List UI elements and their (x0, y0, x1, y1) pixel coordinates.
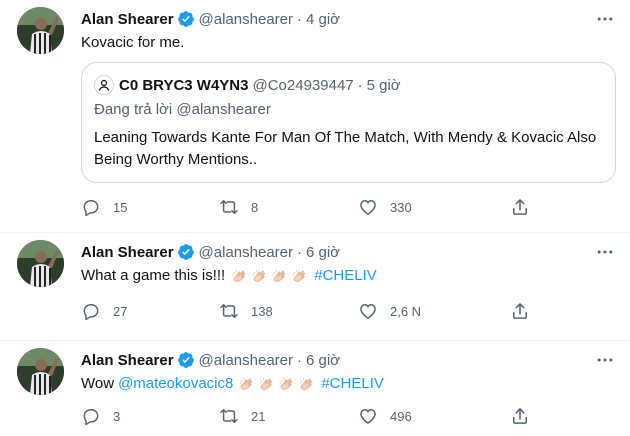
like-button[interactable]: 2,6 N (358, 294, 421, 328)
heart-outline-icon (358, 406, 378, 426)
retweet-arrows-icon (219, 301, 239, 321)
verified-badge-icon (177, 351, 195, 369)
more-dots-icon (595, 350, 615, 370)
tweet-text: Kovacic for me. (81, 33, 184, 53)
like-count: 330 (390, 199, 412, 215)
reply-button[interactable]: 27 (81, 294, 127, 328)
retweet-arrows-icon (219, 197, 239, 217)
more-dots-icon (595, 242, 615, 262)
tweet-text: What a game this is!!! #CHELIV (81, 266, 377, 286)
tweet-feed: Alan Shearer @alanshearer · 4 giờ Kovaci… (0, 0, 630, 436)
replying-to: Đang trả lời @alanshearer (94, 101, 271, 118)
tweet[interactable]: Alan Shearer @alanshearer · 6 giờ Wow @m… (0, 341, 630, 436)
retweet-button[interactable]: 21 (219, 399, 265, 433)
quoted-tweet-header: C0 BRYC3 W4YN3 @Co24939447 · 5 giờ (94, 75, 401, 95)
avatar[interactable] (17, 240, 64, 287)
speech-bubble-icon (81, 301, 101, 321)
hashtag-link[interactable]: #CHELIV (321, 374, 384, 394)
quoted-avatar[interactable] (94, 75, 114, 95)
retweet-count: 8 (251, 199, 259, 215)
share-upload-icon (510, 197, 530, 217)
more-dots-icon (595, 9, 615, 29)
avatar[interactable] (17, 7, 64, 54)
quoted-tweet[interactable]: C0 BRYC3 W4YN3 @Co24939447 · 5 giờ Đang … (81, 62, 616, 183)
tweet-text-body: Kovacic for me. (81, 34, 185, 51)
author-name[interactable]: Alan Shearer (81, 244, 174, 261)
separator-dot: · (357, 76, 363, 94)
like-button[interactable]: 496 (358, 399, 412, 433)
clapping-hands-icon (238, 376, 255, 393)
tweet-text-body: Wow (81, 375, 115, 392)
timestamp[interactable]: 6 giờ (306, 352, 340, 369)
clapping-hands-icon (271, 268, 288, 285)
tweet-header: Alan Shearer @alanshearer · 4 giờ (81, 9, 340, 29)
share-upload-icon (510, 406, 530, 426)
hashtag-link[interactable]: #CHELIV (314, 266, 377, 286)
speech-bubble-icon (81, 406, 101, 426)
quoted-timestamp[interactable]: 5 giờ (367, 77, 401, 94)
quoted-author-handle[interactable]: @Co24939447 (252, 77, 353, 94)
like-count: 2,6 N (390, 303, 422, 319)
heart-outline-icon (358, 301, 378, 321)
separator-dot: · (297, 243, 302, 261)
more-button[interactable] (594, 349, 616, 371)
more-button[interactable] (594, 8, 616, 30)
share-upload-icon (510, 301, 530, 321)
separator-dot: · (297, 10, 302, 28)
share-button[interactable] (510, 190, 530, 224)
retweet-button[interactable]: 138 (219, 294, 273, 328)
heart-outline-icon (358, 197, 378, 217)
tweet-header: Alan Shearer @alanshearer · 6 giờ (81, 242, 340, 262)
timestamp[interactable]: 6 giờ (306, 244, 340, 261)
mention-link[interactable]: @mateokovacic8 (118, 374, 233, 394)
tweet[interactable]: Alan Shearer @alanshearer · 4 giờ Kovaci… (0, 0, 630, 233)
author-handle[interactable]: @alanshearer (199, 352, 293, 369)
author-handle[interactable]: @alanshearer (199, 244, 293, 261)
user-outline-icon (98, 79, 110, 91)
reply-count: 15 (113, 199, 128, 215)
speech-bubble-icon (81, 197, 101, 217)
retweet-count: 138 (251, 303, 273, 319)
like-button[interactable]: 330 (358, 190, 412, 224)
separator-dot: · (297, 351, 302, 369)
clapping-hands-icon (291, 268, 308, 285)
tweet-actions: 27 138 2,6 N (71, 294, 541, 328)
clapping-hands-icon (231, 268, 248, 285)
author-name[interactable]: Alan Shearer (81, 352, 174, 369)
quoted-author-name[interactable]: C0 BRYC3 W4YN3 (119, 77, 248, 94)
author-handle[interactable]: @alanshearer (199, 11, 293, 28)
clapping-hands-icon (278, 376, 295, 393)
share-button[interactable] (510, 399, 530, 433)
retweet-button[interactable]: 8 (219, 190, 258, 224)
tweet-actions: 3 21 496 (71, 399, 541, 433)
retweet-count: 21 (251, 408, 266, 424)
tweet-text: Wow @mateokovacic8 #CHELIV (81, 374, 384, 394)
reply-button[interactable]: 3 (81, 399, 120, 433)
clapping-hands-icon (298, 376, 315, 393)
tweet[interactable]: Alan Shearer @alanshearer · 6 giờ What a… (0, 233, 630, 341)
author-name[interactable]: Alan Shearer (81, 11, 174, 28)
clapping-hands-icon (251, 268, 268, 285)
verified-badge-icon (177, 243, 195, 261)
retweet-arrows-icon (219, 406, 239, 426)
more-button[interactable] (594, 241, 616, 263)
reply-count: 27 (113, 303, 128, 319)
reply-count: 3 (113, 408, 121, 424)
like-count: 496 (390, 408, 412, 424)
quoted-tweet-text: Leaning Towards Kante For Man Of The Mat… (94, 129, 597, 168)
verified-badge-icon (177, 10, 195, 28)
clapping-hands-icon (258, 376, 275, 393)
timestamp[interactable]: 4 giờ (306, 11, 340, 28)
tweet-header: Alan Shearer @alanshearer · 6 giờ (81, 350, 340, 370)
reply-button[interactable]: 15 (81, 190, 127, 224)
avatar[interactable] (17, 348, 64, 395)
tweet-text-body: What a game this is!!! (81, 267, 226, 284)
tweet-actions: 15 8 330 (71, 190, 541, 224)
share-button[interactable] (510, 294, 530, 328)
